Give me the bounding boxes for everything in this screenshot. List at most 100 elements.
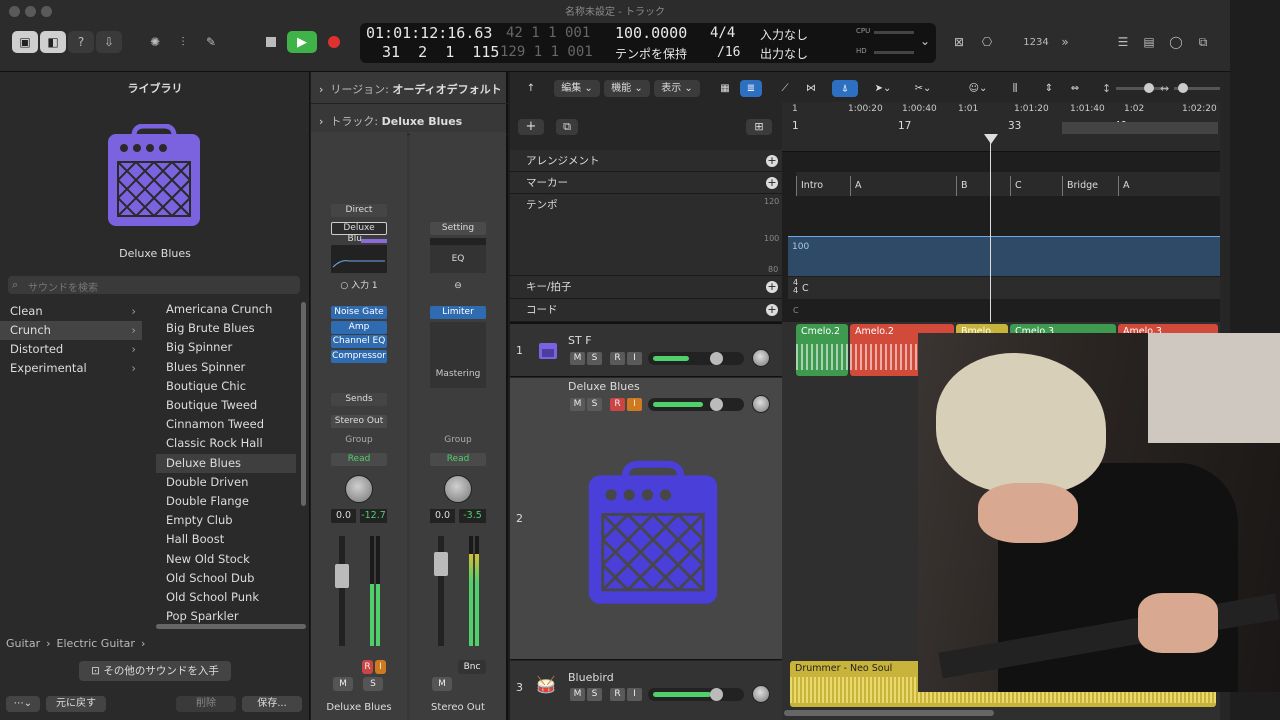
stop-button[interactable] — [258, 31, 284, 53]
up-arrow-button[interactable]: ↑ — [520, 80, 542, 97]
marker[interactable]: C — [1010, 176, 1062, 196]
revert-button[interactable]: 元に戻す — [46, 696, 106, 712]
solo-button[interactable]: S — [587, 398, 602, 411]
pan-knob[interactable] — [345, 475, 373, 503]
breadcrumb-electric-guitar[interactable]: Electric Guitar — [57, 637, 135, 650]
category-crunch[interactable]: Crunch › — [0, 321, 142, 340]
automation-read-button[interactable]: Read — [430, 453, 486, 466]
volume-slider[interactable] — [648, 398, 744, 411]
lcd-display[interactable]: 01:01:12:16.63 42 1 1 001 31 2 1 115 129… — [360, 23, 936, 63]
plugin-slot-amp[interactable]: Amp — [331, 320, 387, 334]
category-clean[interactable]: Clean › — [0, 302, 142, 321]
mute-button[interactable]: M — [570, 352, 585, 365]
smart-controls-button[interactable]: ✺ — [142, 31, 168, 53]
count-in-button[interactable]: 1234 — [1022, 31, 1050, 53]
sound-item[interactable]: Deluxe Blues — [156, 453, 296, 473]
track-name[interactable]: Bluebird — [568, 671, 614, 684]
mastering-label[interactable]: Mastering — [430, 369, 486, 379]
track-name[interactable]: Deluxe Blues — [568, 380, 640, 393]
record-button[interactable] — [321, 31, 347, 53]
input-monitor-button[interactable]: I — [627, 352, 642, 365]
sound-item[interactable]: Double Driven — [156, 473, 296, 492]
group-button[interactable]: Group — [331, 434, 387, 447]
flex-button[interactable]: ⋈ — [800, 80, 822, 97]
pan-knob[interactable] — [444, 475, 472, 503]
sound-item[interactable]: Old School Dub — [156, 569, 296, 588]
input-monitor-button[interactable]: I — [627, 398, 642, 411]
stereo-link-button[interactable]: ⊖ — [430, 280, 486, 293]
pan-knob[interactable] — [752, 395, 770, 413]
save-button[interactable]: 保存... — [242, 696, 302, 712]
mute-button[interactable]: M — [570, 398, 585, 411]
add-icon[interactable]: + — [766, 304, 778, 316]
global-track-2[interactable]: テンポ — [510, 194, 782, 276]
sound-item[interactable]: New Old Stock — [156, 550, 296, 569]
pan-knob[interactable] — [752, 349, 770, 367]
tempo-lane[interactable] — [788, 236, 1220, 276]
input-monitor-button[interactable]: I — [375, 660, 386, 674]
marker[interactable]: Bridge — [1062, 176, 1118, 196]
waveform-zoom-button[interactable]: ⫼ — [1004, 80, 1026, 97]
add-icon[interactable]: + — [766, 155, 778, 167]
grid-view-button[interactable]: ▦ — [714, 80, 736, 97]
horizontal-scrollbar[interactable] — [156, 624, 306, 629]
mute-button[interactable]: M — [333, 677, 353, 691]
chevron-down-icon[interactable]: ⌄ — [920, 34, 930, 48]
track-inspector-header[interactable]: › トラック: Deluxe Blues — [311, 105, 508, 135]
toolbar-toggle-button[interactable]: ⇩ — [96, 31, 122, 53]
notepad-button[interactable]: ▤ — [1136, 31, 1162, 53]
sound-item[interactable]: Empty Club — [156, 511, 296, 530]
automation-read-button[interactable]: Read — [331, 453, 387, 466]
new-track-button[interactable]: + — [518, 119, 544, 135]
browser-button[interactable]: ⧉ — [1190, 31, 1216, 53]
global-track-1[interactable]: マーカー + — [510, 172, 782, 194]
track-header-1[interactable]: 1 ST F M S R I — [510, 322, 782, 377]
plugin-slot-noise-gate[interactable]: Noise Gate — [331, 306, 387, 319]
catch-button[interactable]: ☺⌄ — [962, 80, 994, 97]
sound-item[interactable]: Americana Crunch — [156, 300, 296, 319]
global-track-0[interactable]: アレンジメント + — [510, 150, 782, 172]
sound-item[interactable]: Old School Punk — [156, 588, 296, 607]
sound-item[interactable]: Boutique Chic — [156, 377, 296, 396]
input-monitor-button[interactable]: I — [627, 688, 642, 701]
cycle-region[interactable] — [1062, 122, 1218, 134]
horizontal-scrollbar[interactable] — [784, 710, 994, 716]
delete-button[interactable]: 削除 — [176, 696, 236, 712]
functions-menu[interactable]: 機能 ⌄ — [604, 80, 650, 97]
marker[interactable]: A — [1118, 176, 1216, 196]
region-0[interactable]: Cmelo.2 — [796, 324, 848, 376]
fader-cap[interactable] — [335, 564, 349, 588]
group-button[interactable]: Group — [430, 434, 486, 447]
breadcrumb-guitar[interactable]: Guitar — [6, 637, 40, 650]
collapse-button[interactable]: ⊞ — [746, 119, 772, 135]
fader-cap[interactable] — [434, 552, 448, 576]
sound-item[interactable]: Boutique Tweed — [156, 396, 296, 415]
get-more-sounds-button[interactable]: ⊡ その他のサウンドを入手 — [79, 661, 231, 681]
track-header-2[interactable]: 2 Deluxe Blues M S R I — [510, 378, 782, 660]
region-inspector-header[interactable]: › リージョン: オーディオデフォルト — [311, 72, 508, 104]
quick-help-button[interactable]: ? — [68, 31, 94, 53]
sends-label[interactable]: Sends — [331, 393, 387, 406]
sound-item[interactable]: Blues Spinner — [156, 358, 296, 377]
horizontal-zoom-slider[interactable] — [1174, 83, 1220, 93]
editors-button[interactable]: ✎ — [198, 31, 224, 53]
eq-button[interactable]: EQ — [430, 245, 486, 273]
track-name[interactable]: ST F — [568, 334, 592, 347]
sound-item[interactable]: Big Spinner — [156, 338, 296, 357]
output-button[interactable]: Stereo Out — [331, 415, 387, 428]
mute-button[interactable]: M — [570, 688, 585, 701]
snap-button[interactable]: ⍋ — [832, 80, 858, 97]
sound-item[interactable]: Double Flange — [156, 492, 296, 511]
fit-vertical-button[interactable]: ⇕ — [1038, 80, 1060, 97]
marker[interactable]: A — [850, 176, 956, 196]
key-signature-lane[interactable] — [788, 277, 1220, 299]
library-toggle-button[interactable]: ▣ — [12, 31, 38, 53]
category-experimental[interactable]: Experimental › — [0, 359, 142, 378]
sound-list-scrollbar[interactable] — [301, 302, 306, 506]
plugin-slot-compressor[interactable]: Compressor — [331, 349, 387, 363]
duplicate-track-button[interactable]: ⧉ — [556, 119, 578, 135]
volume-slider[interactable] — [648, 688, 744, 701]
search-field[interactable]: ⌕ サウンドを検索 — [8, 276, 300, 294]
direct-label[interactable]: Direct — [331, 204, 387, 217]
replace-button[interactable]: ⊠ — [946, 31, 972, 53]
